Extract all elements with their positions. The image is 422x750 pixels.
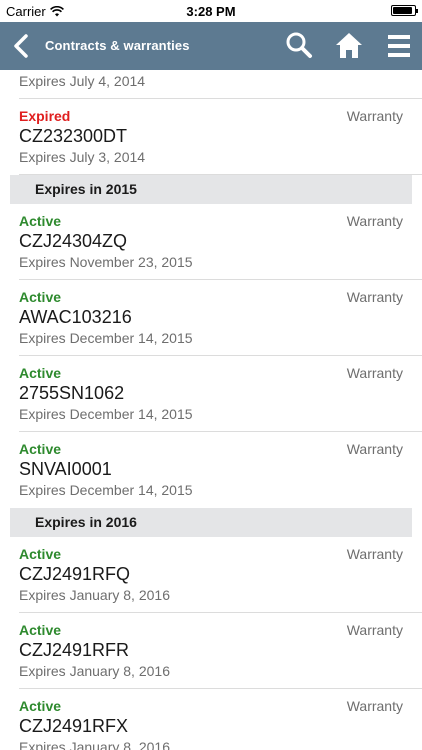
- item-type: Warranty: [346, 365, 403, 381]
- list-item[interactable]: Expires July 4, 2014: [19, 70, 422, 99]
- item-type: Warranty: [346, 698, 403, 714]
- item-serial: 2755SN1062: [19, 383, 125, 403]
- list-item[interactable]: Active Warranty SNVAI0001 Expires Decemb…: [19, 432, 422, 508]
- section-header: Expires in 2016: [10, 508, 412, 537]
- search-button[interactable]: [283, 30, 315, 62]
- search-icon: [286, 32, 312, 58]
- status-time: 3:28 PM: [186, 4, 236, 19]
- list-item[interactable]: Active Warranty CZJ2491RFQ Expires Janua…: [19, 537, 422, 613]
- list-item[interactable]: Expired Warranty CZ232300DT Expires July…: [19, 99, 422, 175]
- item-expires: Expires January 8, 2016: [19, 663, 170, 679]
- item-status: Active: [19, 289, 62, 305]
- home-button[interactable]: [333, 30, 365, 62]
- list-item[interactable]: Active Warranty CZJ2491RFR Expires Janua…: [19, 613, 422, 689]
- item-serial: SNVAI0001: [19, 459, 112, 479]
- back-chevron-icon: [14, 34, 28, 58]
- item-serial: CZJ24304ZQ: [19, 231, 128, 251]
- item-status: Active: [19, 622, 62, 638]
- item-expires: Expires December 14, 2015: [19, 482, 193, 498]
- section-title: Expires in 2015: [35, 181, 137, 197]
- item-status: Active: [19, 698, 62, 714]
- menu-button[interactable]: [384, 30, 416, 62]
- battery-fill: [393, 7, 412, 14]
- warranty-list: Expires July 4, 2014 Expired Warranty CZ…: [0, 70, 422, 750]
- menu-icon: [388, 35, 410, 57]
- battery-icon: [391, 5, 418, 16]
- item-type: Warranty: [346, 546, 403, 562]
- item-expires: Expires December 14, 2015: [19, 330, 193, 346]
- section-title: Expires in 2016: [35, 514, 137, 530]
- item-expires: Expires July 4, 2014: [19, 73, 146, 89]
- item-type: Warranty: [346, 108, 403, 124]
- item-type: Warranty: [346, 441, 403, 457]
- item-status: Active: [19, 546, 62, 562]
- status-bar: Carrier 3:28 PM: [0, 0, 422, 22]
- item-expires: Expires January 8, 2016: [19, 739, 170, 750]
- item-serial: CZJ2491RFX: [19, 716, 129, 736]
- nav-bar: Contracts & warranties: [0, 22, 422, 70]
- item-type: Warranty: [346, 289, 403, 305]
- item-status: Expired: [19, 108, 71, 124]
- item-type: Warranty: [346, 213, 403, 229]
- item-type: Warranty: [346, 622, 403, 638]
- item-expires: Expires December 14, 2015: [19, 406, 193, 422]
- item-status: Active: [19, 441, 62, 457]
- back-button[interactable]: [10, 32, 34, 60]
- page-title: Contracts & warranties: [45, 38, 190, 53]
- item-serial: AWAC103216: [19, 307, 132, 327]
- item-expires: Expires November 23, 2015: [19, 254, 193, 270]
- item-serial: CZJ2491RFR: [19, 640, 130, 660]
- list-item[interactable]: Active Warranty AWAC103216 Expires Decem…: [19, 280, 422, 356]
- item-serial: CZJ2491RFQ: [19, 564, 131, 584]
- list-item[interactable]: Active Warranty 2755SN1062 Expires Decem…: [19, 356, 422, 432]
- item-status: Active: [19, 365, 62, 381]
- section-header: Expires in 2015: [10, 175, 412, 204]
- item-serial: CZ232300DT: [19, 126, 128, 146]
- item-expires: Expires July 3, 2014: [19, 149, 146, 165]
- item-status: Active: [19, 213, 62, 229]
- home-icon: [336, 33, 362, 58]
- list-item[interactable]: Active Warranty CZJ24304ZQ Expires Novem…: [19, 204, 422, 280]
- item-expires: Expires January 8, 2016: [19, 587, 170, 603]
- list-item[interactable]: Active Warranty CZJ2491RFX Expires Janua…: [19, 689, 422, 750]
